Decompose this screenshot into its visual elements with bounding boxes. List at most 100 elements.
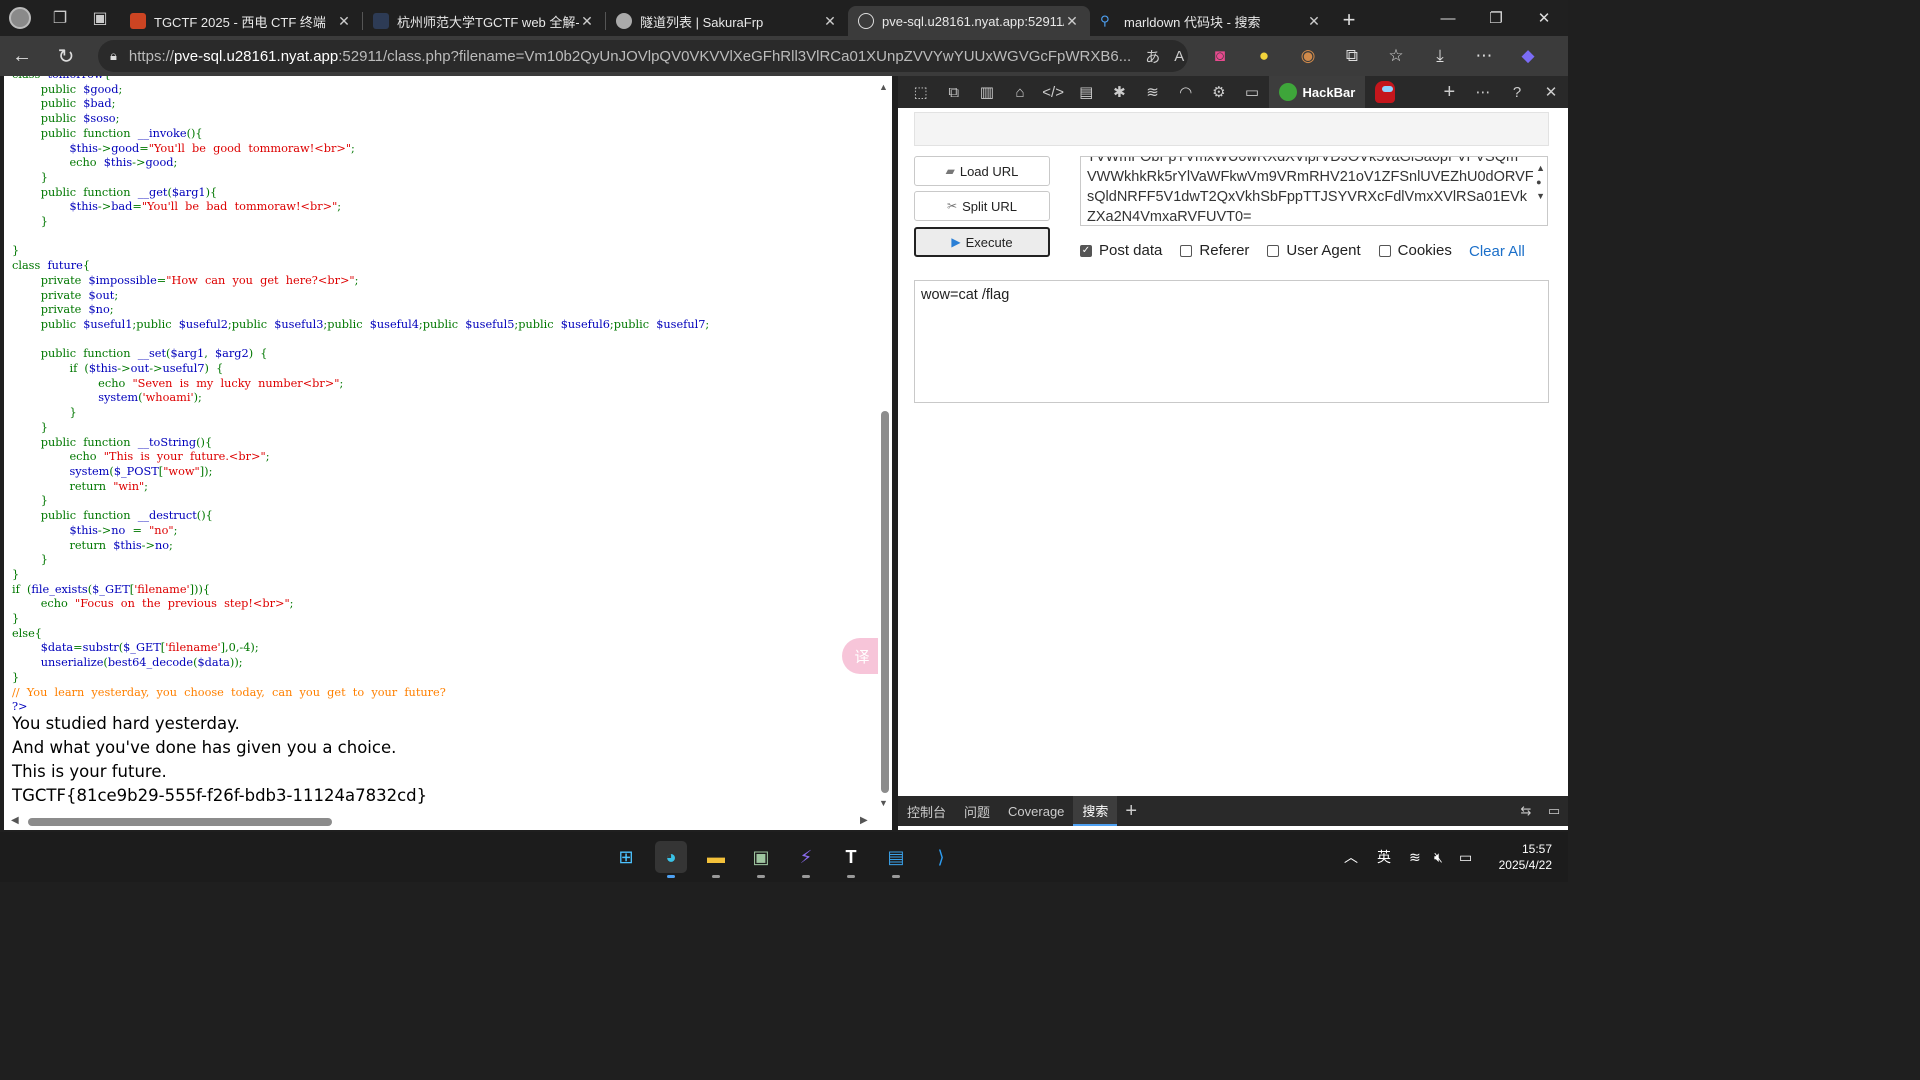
tab-tgctf[interactable]: TGCTF 2025 - 西电 CTF 终端 ✕ (120, 6, 362, 36)
battery-icon[interactable]: ▭ (1459, 832, 1472, 882)
extensions-puzzle-icon[interactable]: ⧉ (1330, 36, 1374, 76)
scrollbar-thumb[interactable] (28, 818, 332, 826)
code-line: private $out; (12, 288, 119, 302)
code-line: } (12, 215, 48, 229)
copilot-icon[interactable]: ◆ (1506, 36, 1550, 76)
user-agent-checkbox[interactable]: User Agent (1267, 242, 1361, 259)
checkbox-label: Referer (1199, 242, 1250, 259)
file-explorer-icon[interactable]: ▬ (700, 841, 732, 878)
dock-drawer-icon[interactable]: ⇆ (1512, 803, 1540, 819)
vertical-tabs-icon[interactable]: ▣ (80, 0, 120, 36)
textarea-scrollbar[interactable]: ▲ ● ▼ (1536, 161, 1545, 203)
code-line: } (12, 567, 20, 581)
new-tab-button[interactable]: + (1332, 5, 1366, 35)
console-icon[interactable]: ▤ (1070, 76, 1103, 108)
tab-console[interactable]: 控制台 (898, 796, 955, 826)
tab-writeup[interactable]: 杭州师范大学TGCTF web 全解-先 ✕ (363, 6, 605, 36)
performance-icon[interactable]: ◠ (1169, 76, 1202, 108)
extension-icon[interactable]: ◙ (1198, 36, 1242, 76)
close-window-icon[interactable]: ✕ (1520, 0, 1568, 36)
device-emulation-icon[interactable]: ⧉ (937, 76, 970, 108)
downloads-icon[interactable]: ⤓ (1418, 36, 1462, 76)
tab-coverage[interactable]: Coverage (999, 796, 1073, 826)
tab-search[interactable]: 搜索 (1073, 796, 1118, 826)
memory-icon[interactable]: ⚙ (1202, 76, 1235, 108)
minimize-icon[interactable]: — (1424, 0, 1472, 36)
tab-sakurafrp[interactable]: 隧道列表 | SakuraFrp ✕ (606, 6, 848, 36)
load-url-button[interactable]: ▰ Load URL (914, 156, 1050, 186)
referer-checkbox[interactable]: Referer (1180, 242, 1249, 259)
close-devtools-icon[interactable]: ✕ (1534, 76, 1568, 108)
application-icon[interactable]: ▭ (1235, 76, 1268, 108)
app-image-icon[interactable]: ▣ (745, 841, 777, 878)
hackbar-url-field[interactable] (914, 112, 1549, 146)
tab-pve-sql[interactable]: pve-sql.u28161.nyat.app:52911/c ✕ (848, 6, 1090, 36)
refresh-icon[interactable]: ↻ (44, 36, 88, 76)
scroll-up-icon[interactable]: ▲ (879, 82, 888, 92)
horizontal-scrollbar[interactable]: ◀ ▶ (4, 814, 892, 830)
close-tab-icon[interactable]: ✕ (579, 13, 595, 30)
split-url-button[interactable]: ✂ Split URL (914, 191, 1050, 221)
inspect-icon[interactable]: ⬚ (904, 76, 937, 108)
scroll-right-icon[interactable]: ▶ (860, 815, 868, 826)
add-panel-icon[interactable]: + (1433, 76, 1466, 108)
favorites-icon[interactable]: ☆ (1374, 36, 1418, 76)
show-hidden-icons-icon[interactable]: ︿ (1344, 832, 1358, 882)
sources-bug-icon[interactable]: ✱ (1103, 76, 1136, 108)
code-line: return $this->no; (12, 538, 173, 552)
cookies-checkbox[interactable]: Cookies (1378, 242, 1452, 259)
close-tab-icon[interactable]: ✕ (822, 13, 838, 30)
checkbox-box (1267, 244, 1280, 257)
add-drawer-tab-icon[interactable]: + (1117, 800, 1145, 823)
close-tab-icon[interactable]: ✕ (1064, 13, 1080, 30)
translate-float-button[interactable]: 译 (842, 638, 878, 674)
app-window-icon[interactable]: ▤ (880, 841, 912, 878)
back-arrow-icon[interactable]: ← (0, 36, 44, 76)
typora-icon[interactable]: T (835, 841, 867, 878)
clock[interactable]: 15:57 2025/4/22 (1490, 841, 1552, 873)
close-tab-icon[interactable]: ✕ (336, 13, 352, 30)
extension-circle-icon[interactable]: ● (1242, 36, 1286, 76)
scrollbar-thumb[interactable] (881, 411, 889, 793)
vscode-icon[interactable]: ⟩ (925, 841, 957, 873)
workspaces-icon[interactable]: ❐ (40, 0, 80, 36)
dock-icon[interactable]: ▥ (970, 76, 1003, 108)
translate-page-icon[interactable]: あ (1131, 46, 1160, 67)
clear-all-link[interactable]: Clear All (1469, 243, 1525, 260)
tab-bing-search[interactable]: ⚲ marldown 代码块 - 搜索 ✕ (1090, 6, 1332, 36)
elements-icon[interactable]: </> (1037, 76, 1070, 108)
post-data-textarea[interactable]: wow=cat /flag (914, 280, 1549, 403)
address-bar[interactable]: 🔒︎ https:// pve-sql.u28161.nyat.app :529… (98, 40, 1188, 72)
welcome-home-icon[interactable]: ⌂ (1003, 76, 1036, 108)
ime-indicator[interactable]: 英 (1377, 832, 1391, 882)
favorite-star-icon[interactable]: ☆ (1184, 47, 1188, 65)
volume-muted-icon[interactable]: 🔇︎ (1434, 832, 1443, 882)
edge-browser-icon[interactable]: ◕ (655, 841, 687, 878)
post-data-checkbox[interactable]: ✓ Post data (1080, 242, 1162, 259)
amongus-extension-icon[interactable] (1375, 81, 1395, 103)
start-windows-icon[interactable]: ⊞ (610, 841, 642, 873)
tgctf-favicon-icon (130, 13, 146, 29)
tab-issues[interactable]: 问题 (955, 796, 999, 826)
cookie-icon[interactable]: ◉ (1286, 36, 1330, 76)
collapse-drawer-icon[interactable]: ▭ (1540, 803, 1568, 819)
hackbar-tab[interactable]: HackBar (1268, 76, 1366, 108)
scroll-down-icon[interactable]: ▼ (879, 798, 888, 808)
more-menu-icon[interactable]: ⋯ (1462, 36, 1506, 76)
profile-avatar[interactable] (0, 0, 40, 36)
code-line: } (12, 494, 48, 508)
close-tab-icon[interactable]: ✕ (1306, 13, 1322, 30)
button-label: Split URL (962, 198, 1017, 214)
restore-icon[interactable]: ❐ (1472, 0, 1520, 36)
checkbox-label: User Agent (1286, 242, 1361, 259)
scroll-left-icon[interactable]: ◀ (11, 815, 19, 826)
network-wifi-icon[interactable]: ≋ (1136, 76, 1169, 108)
execute-button[interactable]: ▶ Execute (914, 227, 1050, 257)
help-icon[interactable]: ? (1500, 76, 1534, 108)
read-aloud-icon[interactable]: A (1160, 48, 1184, 65)
vertical-scrollbar[interactable]: ▲ ▼ (878, 76, 892, 814)
hackbar-payload-textarea[interactable]: TVWmFObFpTVmxWU0wRXdXVlprVDJOVk5vaGlSa0p… (1080, 156, 1548, 226)
wifi-icon[interactable]: ≋ (1409, 832, 1421, 882)
app-bolt-icon[interactable]: ⚡ (790, 841, 822, 878)
more-options-icon[interactable]: ⋯ (1466, 76, 1500, 108)
